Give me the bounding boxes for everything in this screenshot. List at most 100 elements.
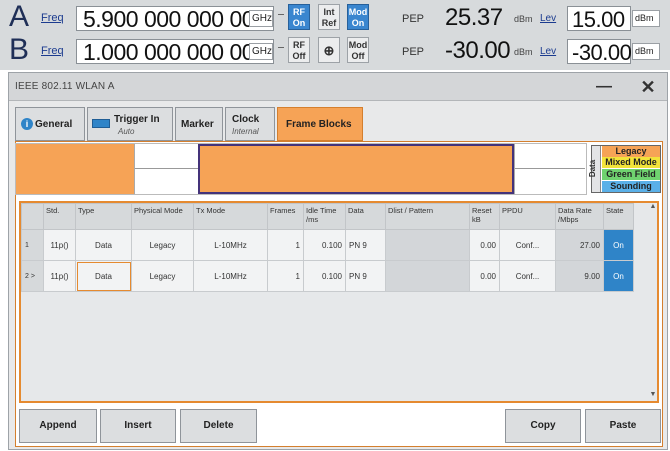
tx-mode-cell[interactable]: L-10MHz (193, 229, 268, 261)
state-cell[interactable]: On (603, 260, 634, 292)
data-rate-cell: 27.00 (555, 229, 604, 261)
std-cell[interactable]: 11p() (43, 229, 76, 261)
std-cell[interactable]: 11p() (43, 260, 76, 292)
rf-a-toggle[interactable]: RF On (288, 4, 310, 30)
data-rate-cell: 9.00 (555, 260, 604, 292)
dlist-cell[interactable] (385, 229, 470, 261)
rf-b-toggle[interactable]: RF Off (288, 37, 310, 63)
rf-b-top: RF (293, 40, 305, 50)
data-cell[interactable]: PN 9 (345, 260, 386, 292)
col-data-rate: Data Rate /Mbps (555, 203, 604, 230)
rf-a-state: On (292, 18, 306, 28)
legend-axis: Data (588, 146, 601, 192)
type-cell[interactable]: Data (75, 260, 132, 292)
ppdu-config-cell[interactable]: Conf... (499, 229, 556, 261)
type-cell[interactable]: Data (75, 229, 132, 261)
col-ppdu: PPDU (499, 203, 556, 230)
int-ref-button[interactable]: Int Ref (318, 4, 340, 30)
tab-frame-blocks[interactable]: Frame Blocks (277, 107, 363, 141)
int-ref-bottom: Ref (321, 18, 337, 28)
freq-a-unit[interactable]: GHz (249, 10, 273, 27)
tab-clock[interactable]: Clock Internal (225, 107, 275, 141)
col-frames: Frames (267, 203, 304, 230)
idle-gap-1 (134, 144, 199, 194)
row-number[interactable]: 2 > (21, 260, 44, 292)
path-a-row: A Freq 5.900 000 000 000 GHz RF On Int R… (0, 0, 670, 34)
insert-button[interactable]: Insert (100, 409, 176, 443)
table-row[interactable]: 1 11p() Data Legacy L-10MHz 1 0.100 PN 9… (21, 229, 634, 261)
col-physical-mode: Physical Mode (131, 203, 194, 230)
frame-block-2[interactable] (198, 144, 514, 194)
legend-sounding: Sounding (602, 181, 660, 192)
append-button[interactable]: Append (19, 409, 97, 443)
tx-mode-cell[interactable]: L-10MHz (193, 260, 268, 292)
pep-b-value: -30.00 (445, 37, 511, 64)
frames-cell[interactable]: 1 (267, 229, 304, 261)
col-type: Type (75, 203, 132, 230)
legend: Data Legacy Mixed Mode Green Field Sound… (588, 145, 661, 193)
idle-time-cell[interactable]: 0.100 (303, 260, 346, 292)
dialog-titlebar: IEEE 802.11 WLAN A — ✕ (9, 73, 667, 101)
freq-b-link[interactable]: Freq (41, 45, 64, 57)
close-icon[interactable]: ✕ (637, 76, 659, 98)
tab-trigger-in[interactable]: Trigger In Auto (87, 107, 173, 141)
lev-a-field[interactable]: 15.00 (567, 6, 631, 32)
info-icon: i (21, 118, 33, 130)
instrument-header: A Freq 5.900 000 000 000 GHz RF On Int R… (0, 0, 670, 70)
idle-time-cell[interactable]: 0.100 (303, 229, 346, 261)
dlist-cell[interactable] (385, 260, 470, 292)
state-cell[interactable]: On (603, 229, 634, 261)
data-cell[interactable]: PN 9 (345, 229, 386, 261)
tab-trigger-sub: Auto (118, 127, 135, 136)
mod-b-toggle[interactable]: Mod Off (347, 37, 369, 63)
legend-legacy: Legacy (602, 146, 660, 157)
scroll-up-icon[interactable]: ▲ (649, 203, 657, 210)
freq-b-unit[interactable]: GHz (249, 43, 273, 60)
minimize-icon[interactable]: — (593, 77, 615, 97)
physical-mode-cell[interactable]: Legacy (131, 260, 194, 292)
idle-gap-2 (514, 144, 585, 194)
reset-cell[interactable]: 0.00 (469, 260, 500, 292)
path-b-label: B (9, 33, 30, 66)
frame-block-1[interactable] (16, 144, 134, 194)
dialog-title: IEEE 802.11 WLAN A (15, 81, 115, 92)
table-row[interactable]: 2 > 11p() Data Legacy L-10MHz 1 0.100 PN… (21, 260, 634, 292)
frames-cell[interactable]: 1 (267, 260, 304, 292)
scroll-down-icon[interactable]: ▼ (649, 391, 657, 398)
col-reset: Reset kB (469, 203, 500, 230)
freq-b-field[interactable]: 1.000 000 000 000 (76, 39, 274, 65)
col-tx-mode: Tx Mode (193, 203, 268, 230)
mod-a-toggle[interactable]: Mod On (347, 4, 369, 30)
table-scrollbar[interactable]: ▲ ▼ (649, 203, 657, 401)
lev-b-unit[interactable]: dBm (632, 43, 660, 60)
int-ref-top: Int (323, 7, 335, 17)
copy-button[interactable]: Copy (505, 409, 581, 443)
row-number[interactable]: 1 (21, 229, 44, 261)
path-a-label: A (9, 0, 30, 33)
delete-button[interactable]: Delete (180, 409, 257, 443)
tab-general[interactable]: i General (15, 107, 85, 141)
ppdu-config-cell[interactable]: Conf... (499, 260, 556, 292)
legend-mixed-mode: Mixed Mode (602, 157, 660, 168)
lev-b-link[interactable]: Lev (540, 46, 556, 57)
mod-a-state: On (351, 18, 365, 28)
col-state: State (603, 203, 634, 230)
mod-a-top: Mod (348, 7, 368, 17)
pep-a-unit: dBm (514, 14, 533, 24)
wlan-dialog: IEEE 802.11 WLAN A — ✕ i General Trigger… (8, 72, 668, 450)
lev-a-unit[interactable]: dBm (632, 10, 660, 27)
tab-marker[interactable]: Marker (175, 107, 223, 141)
frame-blocks-table: Std. Type Physical Mode Tx Mode Frames I… (19, 201, 659, 403)
tab-general-label: General (35, 119, 73, 130)
reset-cell[interactable]: 0.00 (469, 229, 500, 261)
pep-b-label: PEP (402, 46, 425, 58)
physical-mode-cell[interactable]: Legacy (131, 229, 194, 261)
lev-a-link[interactable]: Lev (540, 13, 556, 24)
plus-circle-icon[interactable]: ⊕ (318, 37, 340, 63)
col-data: Data (345, 203, 386, 230)
freq-a-link[interactable]: Freq (41, 12, 64, 24)
paste-button[interactable]: Paste (585, 409, 661, 443)
trigger-icon (92, 119, 110, 128)
lev-b-field[interactable]: -30.00 (567, 39, 632, 65)
freq-a-field[interactable]: 5.900 000 000 000 (76, 6, 274, 32)
